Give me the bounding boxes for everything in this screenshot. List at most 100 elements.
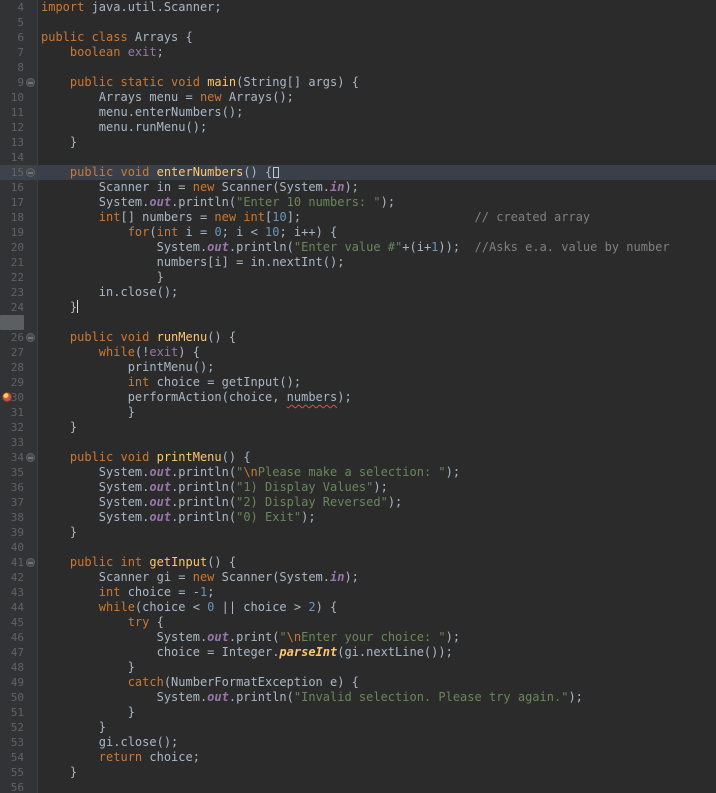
line-number[interactable]: 52 [0, 720, 24, 735]
line-number[interactable]: 31 [0, 405, 24, 420]
line-number[interactable]: 9 [0, 75, 24, 90]
code-text[interactable]: System.out.println("Invalid selection. P… [38, 690, 716, 705]
gutter[interactable]: 35 [0, 465, 38, 480]
gutter[interactable]: 46 [0, 630, 38, 645]
code-text[interactable]: for(int i = 0; i < 10; i++) { [38, 225, 716, 240]
code-text[interactable]: Scanner gi = new Scanner(System.in); [38, 570, 716, 585]
gutter[interactable]: 29 [0, 375, 38, 390]
line-number[interactable]: 29 [0, 375, 24, 390]
line-number[interactable]: 43 [0, 585, 24, 600]
code-text[interactable]: while(!exit) { [38, 345, 716, 360]
code-text[interactable]: int choice = getInput(); [38, 375, 716, 390]
code-text[interactable]: System.out.println("Enter 10 numbers: ")… [38, 195, 716, 210]
gutter[interactable]: 38 [0, 510, 38, 525]
line-number[interactable]: 53 [0, 735, 24, 750]
code-text[interactable] [38, 15, 716, 30]
code-text[interactable]: int choice = -1; [38, 585, 716, 600]
code-text[interactable]: printMenu(); [38, 360, 716, 375]
line-number[interactable]: 22 [0, 270, 24, 285]
gutter[interactable]: 48 [0, 660, 38, 675]
code-editor[interactable]: 4 import java.util.Scanner; 5 6 public class… [0, 0, 716, 793]
line-number[interactable]: 24 [0, 300, 24, 315]
code-text[interactable] [38, 435, 716, 450]
line-number[interactable]: 42 [0, 570, 24, 585]
gutter[interactable]: 25 [0, 315, 38, 330]
code-text[interactable]: System.out.print("\nEnter your choice: "… [38, 630, 716, 645]
gutter[interactable]: 51 [0, 705, 38, 720]
code-text[interactable]: } [38, 720, 716, 735]
gutter[interactable]: 5 [0, 15, 38, 30]
code-text[interactable]: } [38, 420, 716, 435]
line-number[interactable]: 4 [0, 0, 24, 15]
code-text[interactable]: } [38, 765, 716, 780]
gutter[interactable]: 55 [0, 765, 38, 780]
code-text[interactable]: Arrays menu = new Arrays(); [38, 90, 716, 105]
line-number[interactable]: 18 [0, 210, 24, 225]
gutter[interactable]: 22 [0, 270, 38, 285]
code-text[interactable]: } [38, 135, 716, 150]
code-text[interactable] [38, 540, 716, 555]
gutter[interactable]: 53 [0, 735, 38, 750]
gutter[interactable]: 33 [0, 435, 38, 450]
code-text[interactable]: public void runMenu() { [38, 330, 716, 345]
gutter[interactable]: 23 [0, 285, 38, 300]
line-number[interactable]: 34 [0, 450, 24, 465]
line-number[interactable]: 19 [0, 225, 24, 240]
gutter[interactable]: 10 [0, 90, 38, 105]
code-text[interactable]: System.out.println("\nPlease make a sele… [38, 465, 716, 480]
gutter[interactable]: 43 [0, 585, 38, 600]
line-number[interactable]: 51 [0, 705, 24, 720]
code-text[interactable]: } [38, 300, 716, 315]
gutter[interactable]: 30 [0, 390, 38, 405]
fold-minus-icon[interactable] [26, 333, 35, 342]
gutter[interactable]: 18 [0, 210, 38, 225]
line-number[interactable]: 5 [0, 15, 24, 30]
code-text[interactable]: public static void main(String[] args) { [38, 75, 716, 90]
line-number[interactable]: 17 [0, 195, 24, 210]
code-text[interactable]: boolean exit; [38, 45, 716, 60]
line-number[interactable]: 44 [0, 600, 24, 615]
code-text[interactable]: System.out.println("0) Exit"); [38, 510, 716, 525]
line-number[interactable]: 47 [0, 645, 24, 660]
line-number[interactable]: 21 [0, 255, 24, 270]
line-number[interactable]: 16 [0, 180, 24, 195]
line-number[interactable]: 12 [0, 120, 24, 135]
gutter[interactable]: 50 [0, 690, 38, 705]
code-text[interactable]: System.out.println("1) Display Values"); [38, 480, 716, 495]
code-text[interactable]: menu.enterNumbers(); [38, 105, 716, 120]
gutter[interactable]: 42 [0, 570, 38, 585]
gutter[interactable]: 19 [0, 225, 38, 240]
code-text[interactable]: System.out.println("2) Display Reversed"… [38, 495, 716, 510]
line-number[interactable]: 41 [0, 555, 24, 570]
line-number[interactable]: 40 [0, 540, 24, 555]
line-number[interactable]: 26 [0, 330, 24, 345]
gutter[interactable]: 45 [0, 615, 38, 630]
code-text[interactable]: System.out.println("Enter value #"+(i+1)… [38, 240, 716, 255]
gutter-highlight-block[interactable]: 25 [0, 315, 24, 330]
fold-minus-icon[interactable] [26, 168, 35, 177]
gutter[interactable]: 34 [0, 450, 38, 465]
line-number[interactable]: 15 [0, 165, 24, 180]
gutter[interactable]: 32 [0, 420, 38, 435]
line-number[interactable]: 8 [0, 60, 24, 75]
gutter[interactable]: 14 [0, 150, 38, 165]
code-text[interactable]: } [38, 525, 716, 540]
gutter[interactable]: 27 [0, 345, 38, 360]
gutter[interactable]: 9 [0, 75, 38, 90]
gutter[interactable]: 52 [0, 720, 38, 735]
code-text[interactable]: int[] numbers = new int[10]; // created … [38, 210, 716, 225]
code-text[interactable]: return choice; [38, 750, 716, 765]
line-number[interactable]: 14 [0, 150, 24, 165]
code-text[interactable]: in.close(); [38, 285, 716, 300]
line-number[interactable]: 49 [0, 675, 24, 690]
code-text[interactable]: public void printMenu() { [38, 450, 716, 465]
code-text[interactable]: catch(NumberFormatException e) { [38, 675, 716, 690]
gutter[interactable]: 12 [0, 120, 38, 135]
gutter[interactable]: 39 [0, 525, 38, 540]
code-text[interactable]: try { [38, 615, 716, 630]
line-number[interactable]: 45 [0, 615, 24, 630]
line-number[interactable]: 23 [0, 285, 24, 300]
code-text[interactable]: } [38, 705, 716, 720]
line-number[interactable]: 39 [0, 525, 24, 540]
gutter[interactable]: 16 [0, 180, 38, 195]
